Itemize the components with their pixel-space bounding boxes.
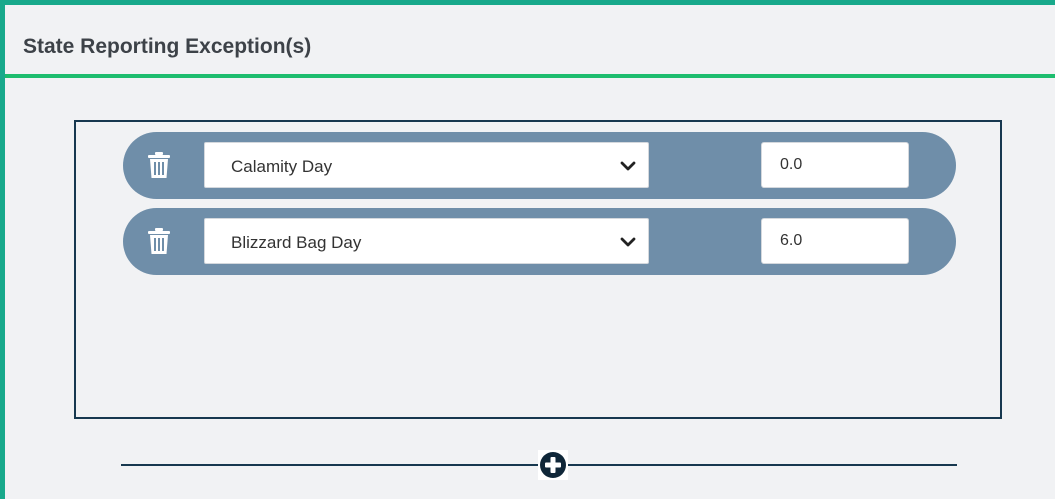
trash-icon[interactable]: [147, 227, 171, 255]
exceptions-list: Calamity Day 0.0 Blizzard Bag Day 6.0: [74, 120, 1002, 419]
exception-days-input[interactable]: [761, 142, 909, 188]
exception-type-select[interactable]: Calamity Day: [204, 142, 649, 188]
panel-title: State Reporting Exception(s): [23, 34, 312, 58]
trash-icon[interactable]: [147, 151, 171, 179]
exception-row: Calamity Day: [123, 132, 956, 199]
exception-row: Blizzard Bag Day: [123, 208, 956, 275]
exception-type-select[interactable]: Blizzard Bag Day: [204, 218, 649, 264]
state-reporting-exceptions-panel: State Reporting Exception(s) Calamity Da…: [0, 0, 1055, 499]
exception-type-value: Blizzard Bag Day: [231, 233, 362, 252]
exception-days-input[interactable]: [761, 218, 909, 264]
plus-circle-icon[interactable]: [538, 450, 568, 480]
chevron-down-icon: [620, 159, 636, 171]
panel-header: State Reporting Exception(s): [5, 5, 1055, 78]
exception-type-value: Calamity Day: [231, 157, 333, 176]
chevron-down-icon: [620, 235, 636, 247]
